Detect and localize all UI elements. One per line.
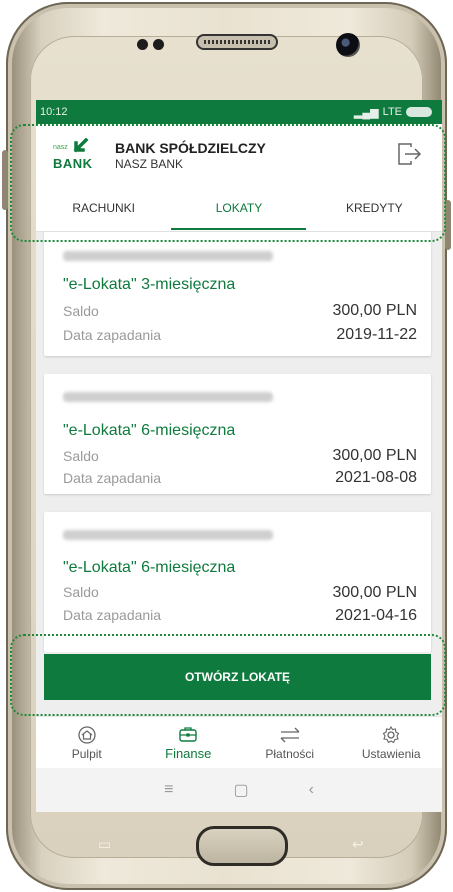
maturity-label: Data zapadania — [63, 607, 162, 623]
status-time: 10:12 — [40, 106, 68, 118]
header-highlight-frame — [10, 124, 446, 242]
maturity-value: 2019-11-22 — [336, 326, 417, 343]
maturity-value: 2021-08-08 — [335, 469, 417, 486]
hw-home-button — [196, 826, 288, 866]
nav-label: Płatności — [265, 746, 315, 761]
account-number-blurred — [63, 251, 273, 261]
hw-back-icon: ↩ — [352, 836, 364, 852]
nav-ustawienia[interactable]: Ustawienia — [341, 717, 443, 769]
maturity-label: Data zapadania — [63, 327, 162, 343]
home-square-icon[interactable]: ▢ — [233, 780, 248, 800]
phone-speaker — [196, 34, 278, 50]
nav-finanse[interactable]: Finanse — [138, 717, 240, 769]
signal-icon: ▂▄▆ — [353, 106, 379, 119]
battery-icon — [406, 107, 432, 117]
bottom-nav: Pulpit Finanse Płatności Ustawienia — [36, 716, 442, 769]
front-camera — [336, 33, 360, 57]
gear-icon — [382, 725, 400, 743]
nav-pulpit[interactable]: Pulpit — [36, 717, 138, 769]
nav-label: Pulpit — [71, 746, 102, 761]
account-number-blurred — [63, 392, 273, 402]
home-icon — [78, 725, 96, 744]
status-bar: 10:12 ▂▄▆ LTE — [36, 100, 442, 124]
android-nav-bar: ≡ ▢ ‹ — [36, 768, 442, 812]
phone-sensors — [137, 37, 169, 55]
transfer-arrows-icon — [280, 727, 300, 742]
maturity-value: 2021-04-16 — [335, 607, 417, 624]
network-type: LTE — [382, 106, 402, 118]
nav-label: Ustawienia — [361, 746, 421, 761]
deposit-card[interactable]: "e-Lokata" 6-miesięczna Saldo 300,00 PLN… — [44, 374, 431, 494]
stage: 10:12 ▂▄▆ LTE nasz BANK BANK SPÓŁDZIELCZ… — [0, 0, 453, 892]
balance-value: 300,00 PLN — [332, 447, 417, 464]
phone-volume-button — [2, 150, 8, 210]
balance-value: 300,00 PLN — [332, 302, 417, 319]
deposit-card[interactable]: "e-Lokata" 3-miesięczna Saldo 300,00 PLN… — [44, 232, 431, 356]
balance-label: Saldo — [63, 303, 99, 319]
balance-label: Saldo — [63, 584, 99, 600]
nav-label: Finanse — [165, 746, 212, 761]
account-number-blurred — [63, 530, 273, 540]
balance-value: 300,00 PLN — [332, 584, 417, 601]
hw-recents-icon: ▭ — [98, 836, 112, 852]
nav-platnosci[interactable]: Płatności — [239, 717, 341, 769]
back-chevron-icon[interactable]: ‹ — [309, 781, 314, 799]
deposit-card[interactable]: "e-Lokata" 6-miesięczna Saldo 300,00 PLN… — [44, 512, 431, 652]
maturity-label: Data zapadania — [63, 470, 162, 486]
deposit-title: "e-Lokata" 6-miesięczna — [63, 559, 236, 576]
cta-highlight-frame — [10, 634, 446, 716]
deposit-title: "e-Lokata" 3-miesięczna — [63, 276, 236, 293]
recents-icon[interactable]: ≡ — [164, 781, 173, 799]
deposits-list: "e-Lokata" 3-miesięczna Saldo 300,00 PLN… — [36, 232, 442, 652]
briefcase-icon — [179, 727, 197, 742]
deposit-title: "e-Lokata" 6-miesięczna — [63, 422, 236, 439]
balance-label: Saldo — [63, 448, 99, 464]
